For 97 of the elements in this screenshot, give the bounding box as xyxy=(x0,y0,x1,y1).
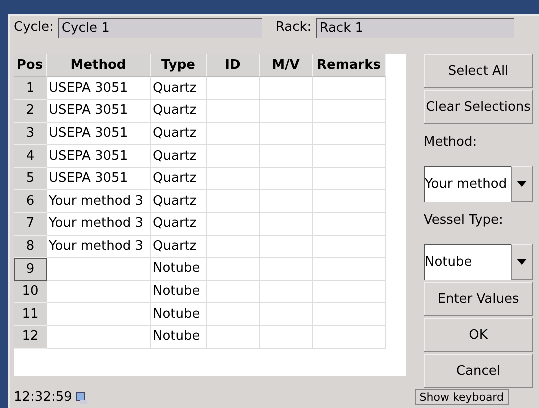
table-cell[interactable]: Quartz xyxy=(151,145,207,168)
table-cell[interactable]: Quartz xyxy=(151,77,207,100)
row-header[interactable]: 3 xyxy=(14,122,47,146)
row-header[interactable]: 7 xyxy=(14,212,47,236)
table-cell[interactable] xyxy=(260,326,313,349)
column-header[interactable]: M/V xyxy=(260,54,313,78)
table-cell[interactable] xyxy=(207,100,260,123)
table-cell[interactable] xyxy=(260,303,313,326)
row-header[interactable]: 8 xyxy=(14,236,47,258)
table-cell[interactable]: Quartz xyxy=(151,100,207,123)
table-cell[interactable] xyxy=(313,77,386,100)
table-cell[interactable] xyxy=(260,190,313,213)
row-header[interactable]: 10 xyxy=(14,280,47,304)
table-cell[interactable] xyxy=(47,303,151,326)
table-cell[interactable] xyxy=(47,326,151,349)
table-cell[interactable]: USEPA 3051 xyxy=(47,122,151,146)
row-header[interactable]: 11 xyxy=(14,303,47,326)
table-cell[interactable] xyxy=(313,190,386,213)
table-cell[interactable] xyxy=(313,212,386,236)
table-cell[interactable]: Notube xyxy=(151,303,207,326)
table-cell[interactable] xyxy=(207,212,260,236)
ok-button[interactable]: OK xyxy=(424,318,533,352)
table-cell[interactable]: Your method 3 xyxy=(47,236,151,258)
column-header[interactable]: Method xyxy=(47,54,151,78)
table-cell[interactable] xyxy=(260,168,313,190)
table-cell[interactable] xyxy=(260,122,313,146)
table-cell[interactable] xyxy=(207,168,260,190)
caret-icon xyxy=(517,181,527,188)
table-cell[interactable] xyxy=(260,100,313,123)
row-header[interactable]: 4 xyxy=(14,145,47,168)
table-cell[interactable]: USEPA 3051 xyxy=(47,77,151,100)
table-cell[interactable]: USEPA 3051 xyxy=(47,168,151,190)
method-dropdown[interactable]: Your method xyxy=(424,166,511,202)
table-cell[interactable] xyxy=(207,258,260,281)
row-header[interactable]: 2 xyxy=(14,100,47,123)
table-cell[interactable] xyxy=(260,236,313,258)
table-cell[interactable]: Your method 3 xyxy=(47,212,151,236)
column-header[interactable]: Remarks xyxy=(313,54,386,78)
table-cell[interactable] xyxy=(207,122,260,146)
table-cell[interactable] xyxy=(313,303,386,326)
table-cell[interactable] xyxy=(260,77,313,100)
column-header[interactable]: Pos xyxy=(14,54,47,78)
table-cell[interactable] xyxy=(207,280,260,304)
table-cell[interactable]: Notube xyxy=(151,280,207,304)
table-cell[interactable] xyxy=(313,280,386,304)
table-cell[interactable] xyxy=(207,145,260,168)
table-cell[interactable] xyxy=(207,190,260,213)
table-cell[interactable]: USEPA 3051 xyxy=(47,100,151,123)
vessel-type-label: Vessel Type: xyxy=(424,212,504,230)
table-cell[interactable] xyxy=(207,236,260,258)
enter-values-button[interactable]: Enter Values xyxy=(424,282,533,316)
cycle-field: Cycle 1 xyxy=(58,18,262,38)
table-cell[interactable] xyxy=(260,258,313,281)
table-cell[interactable] xyxy=(260,212,313,236)
table-cell[interactable] xyxy=(313,258,386,281)
dropdown-button[interactable] xyxy=(511,166,533,202)
clear-selections-button[interactable]: Clear Selections xyxy=(424,90,533,124)
row-header[interactable]: 5 xyxy=(14,168,47,190)
table-cell[interactable] xyxy=(207,303,260,326)
table-cell[interactable] xyxy=(313,122,386,146)
column-header[interactable]: ID xyxy=(207,54,260,78)
table-cell[interactable]: Notube xyxy=(151,258,207,281)
caret-icon xyxy=(517,259,527,266)
table-cell[interactable]: Notube xyxy=(151,326,207,349)
method-label: Method: xyxy=(424,134,478,152)
show-keyboard-button[interactable]: Show keyboard xyxy=(414,389,509,406)
vessel-type-dropdown[interactable]: Notube xyxy=(424,244,511,280)
dropdown-button[interactable] xyxy=(511,244,533,280)
cycle-label: Cycle: xyxy=(14,20,54,36)
row-header[interactable]: 12 xyxy=(14,326,47,349)
table-cell[interactable] xyxy=(313,326,386,349)
clock-time: 12:32:59 xyxy=(14,390,72,405)
table-cell[interactable]: Quartz xyxy=(151,212,207,236)
table-cell[interactable] xyxy=(207,77,260,100)
table-cell[interactable] xyxy=(47,258,151,281)
table-cell[interactable] xyxy=(260,280,313,304)
cancel-button[interactable]: Cancel xyxy=(424,354,533,388)
row-header[interactable]: 6 xyxy=(14,190,47,213)
table-cell[interactable]: Quartz xyxy=(151,122,207,146)
rack-label: Rack: xyxy=(276,20,312,36)
table-cell[interactable]: Your method 3 xyxy=(47,190,151,213)
table-cell[interactable] xyxy=(313,145,386,168)
table-cell[interactable]: Quartz xyxy=(151,168,207,190)
table-cell[interactable]: Quartz xyxy=(151,236,207,258)
rack-field: Rack 1 xyxy=(316,18,514,38)
table-cell[interactable] xyxy=(313,236,386,258)
table-cell[interactable]: Quartz xyxy=(151,190,207,213)
row-header[interactable]: 9 xyxy=(14,258,47,281)
table-cell[interactable] xyxy=(260,145,313,168)
table-cell[interactable] xyxy=(207,326,260,349)
table-cell[interactable]: USEPA 3051 xyxy=(47,145,151,168)
table-cell[interactable] xyxy=(313,168,386,190)
row-header[interactable]: 1 xyxy=(14,77,47,100)
column-header[interactable]: Type xyxy=(151,54,207,78)
table-cell[interactable] xyxy=(47,280,151,304)
table-cell[interactable] xyxy=(313,100,386,123)
select-all-button[interactable]: Select All xyxy=(424,54,533,88)
